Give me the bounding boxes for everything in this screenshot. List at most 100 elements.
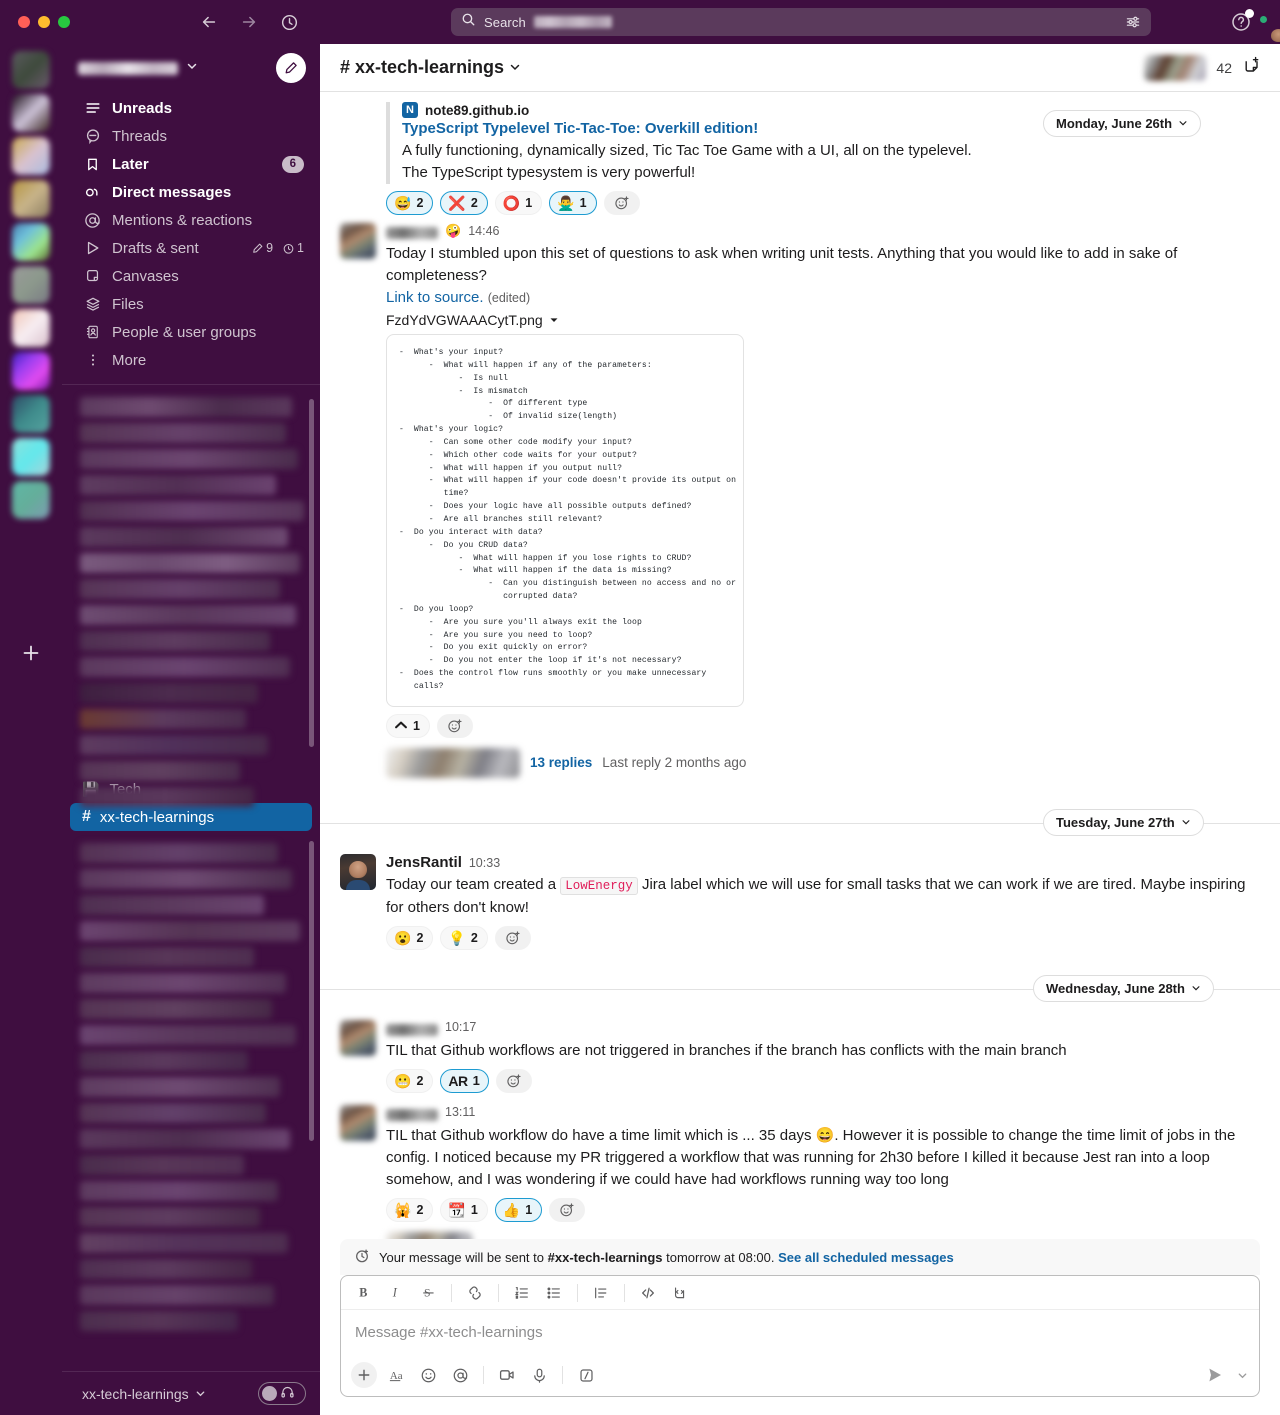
list-item[interactable] [80, 921, 300, 941]
list-item[interactable] [80, 605, 296, 625]
avatar[interactable] [340, 1019, 376, 1056]
sidebar-item-unreads[interactable]: Unreads [62, 94, 320, 122]
rail-workspace[interactable] [12, 438, 50, 476]
message-timestamp[interactable]: 10:33 [469, 856, 500, 870]
message-list[interactable]: Monday, June 26th N note89.github.io Typ… [320, 92, 1280, 1239]
avatar[interactable] [340, 223, 376, 259]
mention-button[interactable] [445, 1361, 475, 1389]
search-filters-icon[interactable] [1125, 14, 1141, 35]
history-clock-icon[interactable] [280, 13, 299, 32]
reaction-chip[interactable]: 🙀 2 [386, 1197, 434, 1222]
channel-title[interactable]: # xx-tech-learnings [340, 57, 521, 78]
list-item[interactable] [80, 843, 278, 863]
message-composer[interactable]: B I S Message #xx-tech-learnings Aa [340, 1275, 1260, 1397]
reaction-chip[interactable]: AR 1 [440, 1068, 490, 1093]
reaction-chip[interactable]: 😬 2 [386, 1068, 434, 1093]
message-timestamp[interactable]: 13:11 [445, 1105, 475, 1119]
list-item[interactable] [80, 1207, 260, 1227]
chevron-down-icon[interactable] [186, 59, 198, 77]
list-item[interactable] [80, 1077, 280, 1097]
list-item[interactable] [80, 1311, 238, 1331]
list-item[interactable] [80, 657, 290, 677]
message-input[interactable]: Message #xx-tech-learnings [341, 1310, 1259, 1354]
sidebar-item-people[interactable]: People & user groups [62, 318, 320, 346]
code-button[interactable] [633, 1279, 663, 1307]
rail-workspace[interactable] [12, 180, 50, 218]
close-window-button[interactable] [18, 16, 30, 28]
list-item[interactable] [80, 683, 258, 703]
sidebar-item-more[interactable]: More [62, 346, 320, 374]
sidebar-item-later[interactable]: Later 6 [62, 150, 320, 178]
rail-workspace[interactable] [12, 137, 50, 175]
file-name-row[interactable]: FzdYdVGWAAACytT.png [386, 312, 1260, 328]
rail-workspace[interactable] [12, 94, 50, 132]
list-item[interactable] [80, 999, 272, 1019]
emoji-button[interactable] [413, 1361, 443, 1389]
reaction-chip[interactable]: 📆 1 [440, 1197, 488, 1222]
rail-workspace[interactable] [12, 395, 50, 433]
sidebar-item-canvases[interactable]: Canvases [62, 262, 320, 290]
thread-summary[interactable]: 13 replies Last reply 2 months ago [386, 746, 1260, 780]
formatting-button[interactable]: Aa [381, 1361, 411, 1389]
list-item[interactable] [80, 1025, 296, 1045]
list-item[interactable] [80, 895, 264, 915]
send-options-chevron-icon[interactable] [1233, 1361, 1251, 1389]
list-item[interactable] [80, 631, 270, 651]
list-item[interactable] [80, 553, 300, 573]
rail-workspace[interactable] [12, 51, 50, 89]
send-button[interactable] [1199, 1361, 1231, 1389]
chevron-down-icon[interactable] [195, 1386, 206, 1402]
code-block-button[interactable] [665, 1279, 695, 1307]
author-name-redacted[interactable] [386, 1023, 438, 1036]
forward-arrow-icon[interactable] [240, 13, 258, 31]
list-item[interactable] [80, 1051, 248, 1071]
message-timestamp[interactable]: 10:17 [445, 1020, 476, 1034]
italic-button[interactable]: I [381, 1279, 411, 1307]
list-item[interactable] [80, 1155, 244, 1175]
sidebar-channel-list-redacted-2[interactable] [62, 831, 320, 1371]
avatar[interactable] [340, 1104, 376, 1141]
list-item[interactable] [80, 1233, 288, 1253]
back-arrow-icon[interactable] [200, 13, 218, 31]
strikethrough-button[interactable]: S [413, 1279, 443, 1307]
workspace-header[interactable] [62, 44, 320, 92]
thread-reply-count[interactable]: 13 replies [530, 755, 592, 770]
list-item[interactable] [80, 947, 254, 967]
huddle-toggle[interactable] [258, 1382, 306, 1405]
rail-workspace[interactable] [12, 352, 50, 390]
list-item[interactable] [80, 973, 286, 993]
add-reaction-button[interactable] [436, 713, 473, 738]
chevron-down-icon[interactable] [549, 312, 559, 328]
add-reaction-button[interactable] [494, 925, 531, 950]
new-canvas-icon[interactable] [1242, 55, 1262, 80]
list-item[interactable] [80, 449, 298, 469]
link-to-source[interactable]: Link to source. [386, 289, 484, 306]
date-divider-wednesday[interactable]: Wednesday, June 28th [1033, 975, 1214, 1003]
reaction-chip[interactable]: ❌ 2 [440, 191, 488, 215]
minimize-window-button[interactable] [38, 16, 50, 28]
list-item[interactable] [80, 423, 286, 443]
list-item[interactable] [80, 787, 254, 807]
author-name[interactable]: JensRantil [386, 854, 462, 871]
file-preview-image[interactable]: - What's your input? - What will happen … [386, 334, 744, 707]
link-button[interactable] [460, 1279, 490, 1307]
date-divider-monday[interactable]: Monday, June 26th [1043, 110, 1202, 137]
plus-button[interactable] [349, 1361, 379, 1389]
add-workspace-button[interactable] [14, 636, 48, 670]
see-scheduled-messages-link[interactable]: See all scheduled messages [778, 1250, 954, 1265]
message-timestamp[interactable]: 14:46 [468, 224, 499, 238]
list-item[interactable] [80, 501, 304, 521]
sidebar-scrollbar-2[interactable] [309, 841, 314, 1141]
add-reaction-button[interactable] [549, 1197, 586, 1222]
add-reaction-button[interactable] [496, 1068, 533, 1093]
list-item[interactable] [80, 1181, 278, 1201]
reaction-chip[interactable]: ⭕ 1 [494, 191, 543, 215]
audio-clip-button[interactable] [524, 1361, 554, 1389]
sidebar-channel-list-redacted[interactable] [62, 391, 320, 807]
author-name-redacted[interactable] [386, 1108, 438, 1121]
sidebar-item-xx-tech-learnings[interactable]: # xx-tech-learnings [70, 803, 312, 831]
slash-command-button[interactable] [571, 1361, 601, 1389]
list-item[interactable] [80, 527, 288, 547]
ordered-list-button[interactable] [507, 1279, 537, 1307]
list-item[interactable] [80, 579, 280, 599]
